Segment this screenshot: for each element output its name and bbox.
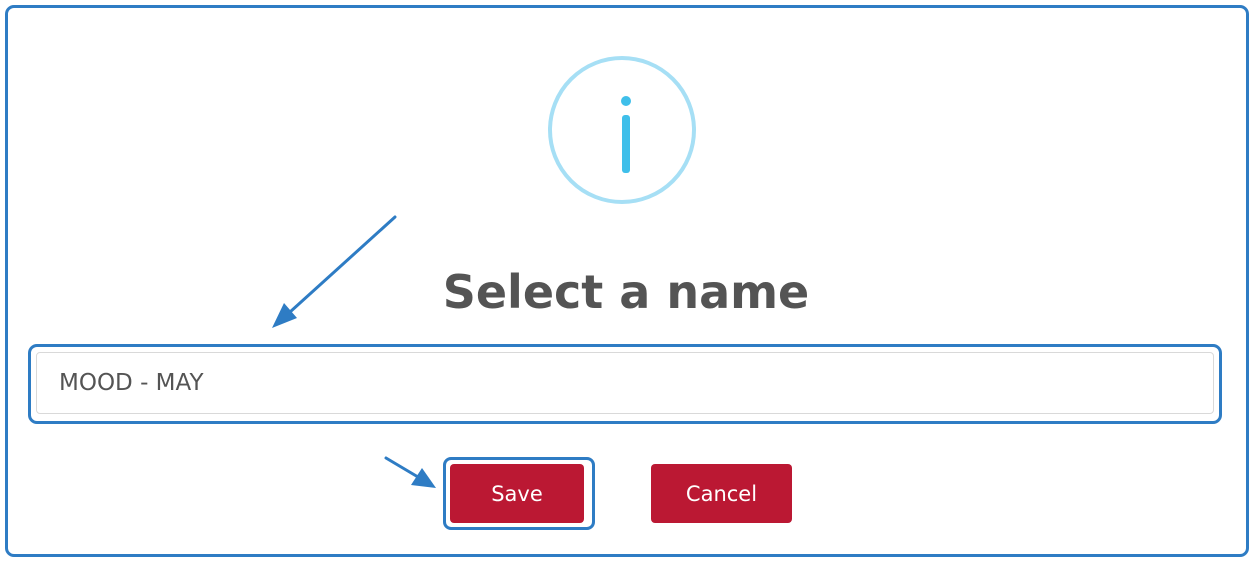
info-icon-stem <box>622 115 630 173</box>
cancel-button[interactable]: Cancel <box>651 464 792 523</box>
name-input[interactable] <box>36 352 1214 414</box>
save-button[interactable]: Save <box>450 464 584 523</box>
info-icon <box>548 56 696 204</box>
dialog-title: Select a name <box>442 265 810 319</box>
info-icon-dot <box>621 96 631 106</box>
